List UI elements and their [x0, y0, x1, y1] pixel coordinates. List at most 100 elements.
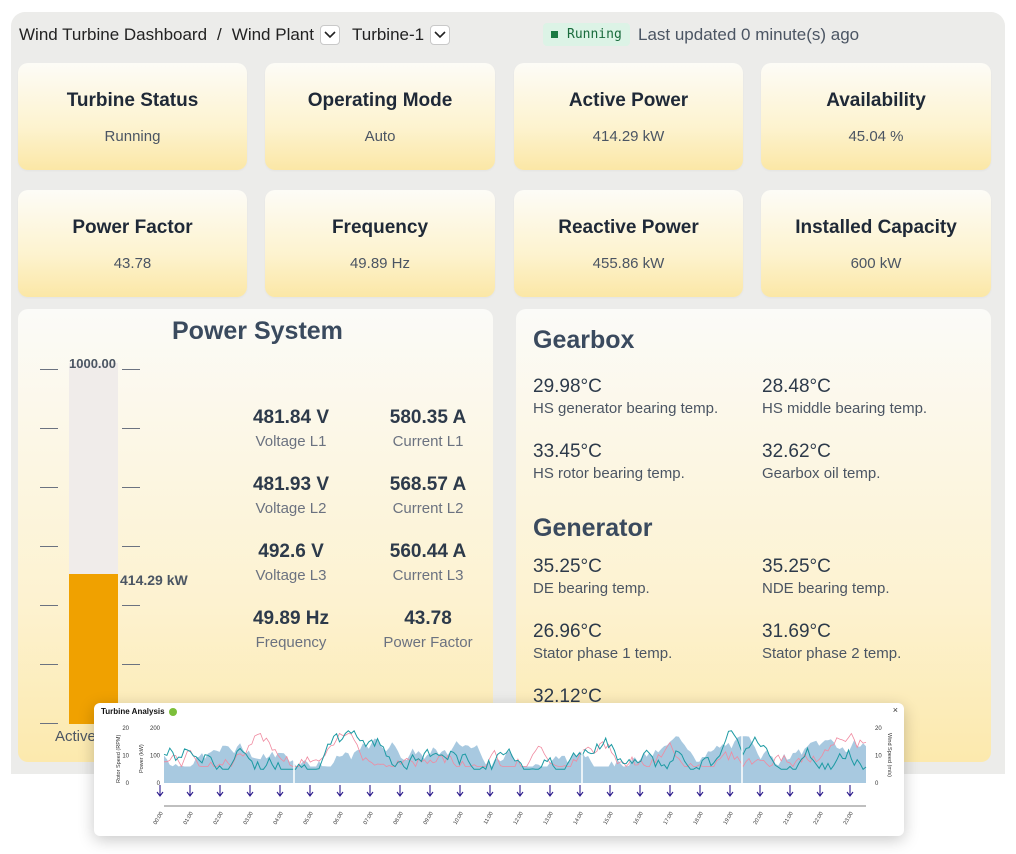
- gauge-tick: [40, 605, 58, 606]
- kpi-title: Availability: [826, 90, 926, 111]
- metric-value: 560.44 A: [389, 541, 467, 562]
- rotor-axis-tick: 0: [126, 781, 130, 787]
- time-axis-tick: 14:00: [573, 811, 585, 826]
- status-badge-label: Running: [567, 27, 622, 42]
- chevron-down-icon[interactable]: [319, 25, 340, 45]
- metric-power-factor: 43.78 Power Factor: [363, 608, 493, 651]
- gauge-tick: [40, 664, 58, 665]
- kpi-title: Frequency: [331, 217, 429, 238]
- wind-axis-tick: 0: [875, 781, 879, 787]
- gauge-tick: [122, 487, 140, 488]
- kpi-value: 43.78: [113, 255, 152, 272]
- temp-label: NDE bearing temp.: [762, 580, 890, 597]
- kpi-card-power-factor: Power Factor 43.78: [18, 190, 247, 297]
- rotor-axis-tick: 20: [122, 726, 129, 732]
- turbine-dropdown[interactable]: Turbine-1: [352, 25, 451, 45]
- metric-label: Voltage L2: [255, 500, 327, 517]
- breadcrumb: Wind Turbine Dashboard / Wind Plant Turb…: [19, 22, 451, 48]
- wind-direction-arrow: [516, 785, 524, 797]
- kpi-value: Auto: [364, 128, 396, 145]
- wind-direction-arrow: [636, 785, 644, 797]
- breadcrumb-separator: /: [217, 25, 222, 44]
- gauge-tick: [122, 605, 140, 606]
- gauge-tick: [40, 487, 58, 488]
- time-axis-tick: 12:00: [513, 811, 525, 826]
- time-axis-tick: 21:00: [783, 811, 795, 826]
- gauge-tick: [40, 428, 58, 429]
- time-axis-tick: 04:00: [273, 811, 285, 826]
- temp-value: 26.96°C: [533, 621, 602, 642]
- gauge-tick: [122, 546, 140, 547]
- wind-direction-arrow: [546, 785, 554, 797]
- temp-label: Stator phase 1 temp.: [533, 645, 673, 662]
- metric-current-l1: 580.35 A Current L1: [363, 407, 493, 450]
- time-axis-tick: 05:00: [303, 811, 315, 826]
- wind-direction-arrow: [426, 785, 434, 797]
- time-axis-tick: 01:00: [183, 811, 195, 826]
- gauge-tick: [40, 369, 58, 370]
- time-axis-tick: 23:00: [843, 811, 855, 826]
- temp-label: HS rotor bearing temp.: [533, 465, 685, 482]
- kpi-card-frequency: Frequency 49.89 Hz: [265, 190, 495, 297]
- wind-direction-arrow: [306, 785, 314, 797]
- time-axis-tick: 20:00: [753, 811, 765, 826]
- metric-label: Power Factor: [383, 634, 473, 651]
- kpi-card-availability: Availability 45.04 %: [761, 63, 991, 170]
- kpi-card-turbine-status: Turbine Status Running: [18, 63, 247, 170]
- wind-axis-tick: 20: [875, 726, 882, 732]
- metric-value: 49.89 Hz: [252, 608, 330, 629]
- temp-hs-middle-bearing: 28.48°C HS middle bearing temp.: [762, 376, 927, 417]
- kpi-card-installed-capacity: Installed Capacity 600 kW: [761, 190, 991, 297]
- kpi-title: Turbine Status: [66, 90, 199, 111]
- temp-value: 35.25°C: [533, 556, 602, 577]
- metric-current-l3: 560.44 A Current L3: [363, 541, 493, 584]
- gauge-max-label: 1000.00: [69, 356, 116, 371]
- temp-hs-generator-bearing: 29.98°C HS generator bearing temp.: [533, 376, 718, 417]
- kpi-value: 45.04 %: [848, 128, 904, 145]
- wind-direction-arrow: [336, 785, 344, 797]
- kpi-card-operating-mode: Operating Mode Auto: [265, 63, 495, 170]
- kpi-value: 414.29 kW: [592, 128, 665, 145]
- breadcrumb-root[interactable]: Wind Turbine Dashboard: [19, 25, 207, 45]
- kpi-title: Power Factor: [72, 217, 193, 238]
- wind-axis-label: Wind Speed (m/s): [886, 733, 892, 777]
- kpi-title: Reactive Power: [558, 217, 699, 238]
- power-axis-tick: 100: [150, 754, 161, 760]
- metric-voltage-l1: 481.84 V Voltage L1: [226, 407, 356, 450]
- metric-voltage-l2: 481.93 V Voltage L2: [226, 474, 356, 517]
- wind-direction-arrow: [276, 785, 284, 797]
- wind-direction-arrow: [816, 785, 824, 797]
- temp-label: Gearbox oil temp.: [762, 465, 881, 482]
- time-axis-tick: 07:00: [363, 811, 375, 826]
- time-axis-tick: 09:00: [423, 811, 435, 826]
- temp-value: 33.45°C: [533, 441, 602, 462]
- gauge-tick: [122, 428, 140, 429]
- gauge-tick: [122, 664, 140, 665]
- temp-stator-phase-1: 26.96°C Stator phase 1 temp.: [533, 621, 672, 662]
- kpi-title: Active Power: [568, 90, 689, 111]
- metric-frequency: 49.89 Hz Frequency: [226, 608, 356, 651]
- time-axis-tick: 13:00: [543, 811, 555, 826]
- time-axis-tick: 08:00: [393, 811, 405, 826]
- wind-direction-arrow: [846, 785, 854, 797]
- wind-direction-arrow: [756, 785, 764, 797]
- kpi-value: Running: [104, 128, 161, 145]
- temp-hs-rotor-bearing: 33.45°C HS rotor bearing temp.: [533, 441, 685, 482]
- time-axis-tick: 19:00: [723, 811, 735, 826]
- time-axis-tick: 02:00: [213, 811, 225, 826]
- metric-label: Current L1: [392, 433, 464, 450]
- gauge-tick: [40, 546, 58, 547]
- plant-dropdown[interactable]: Wind Plant: [232, 25, 340, 45]
- plant-dropdown-label: Wind Plant: [231, 25, 314, 44]
- wind-direction-arrow: [186, 785, 194, 797]
- wind-direction-arrow: [246, 785, 254, 797]
- metric-value: 481.93 V: [252, 474, 330, 495]
- metric-label: Current L3: [392, 567, 464, 584]
- temp-value: 28.48°C: [762, 376, 831, 397]
- gauge-caption: Active: [55, 728, 96, 745]
- temp-value: 31.69°C: [762, 621, 831, 642]
- dashboard: Wind Turbine Dashboard / Wind Plant Turb…: [11, 12, 1005, 774]
- metric-value: 481.84 V: [252, 407, 330, 428]
- chevron-down-icon[interactable]: [430, 25, 451, 45]
- wind-direction-arrow: [366, 785, 374, 797]
